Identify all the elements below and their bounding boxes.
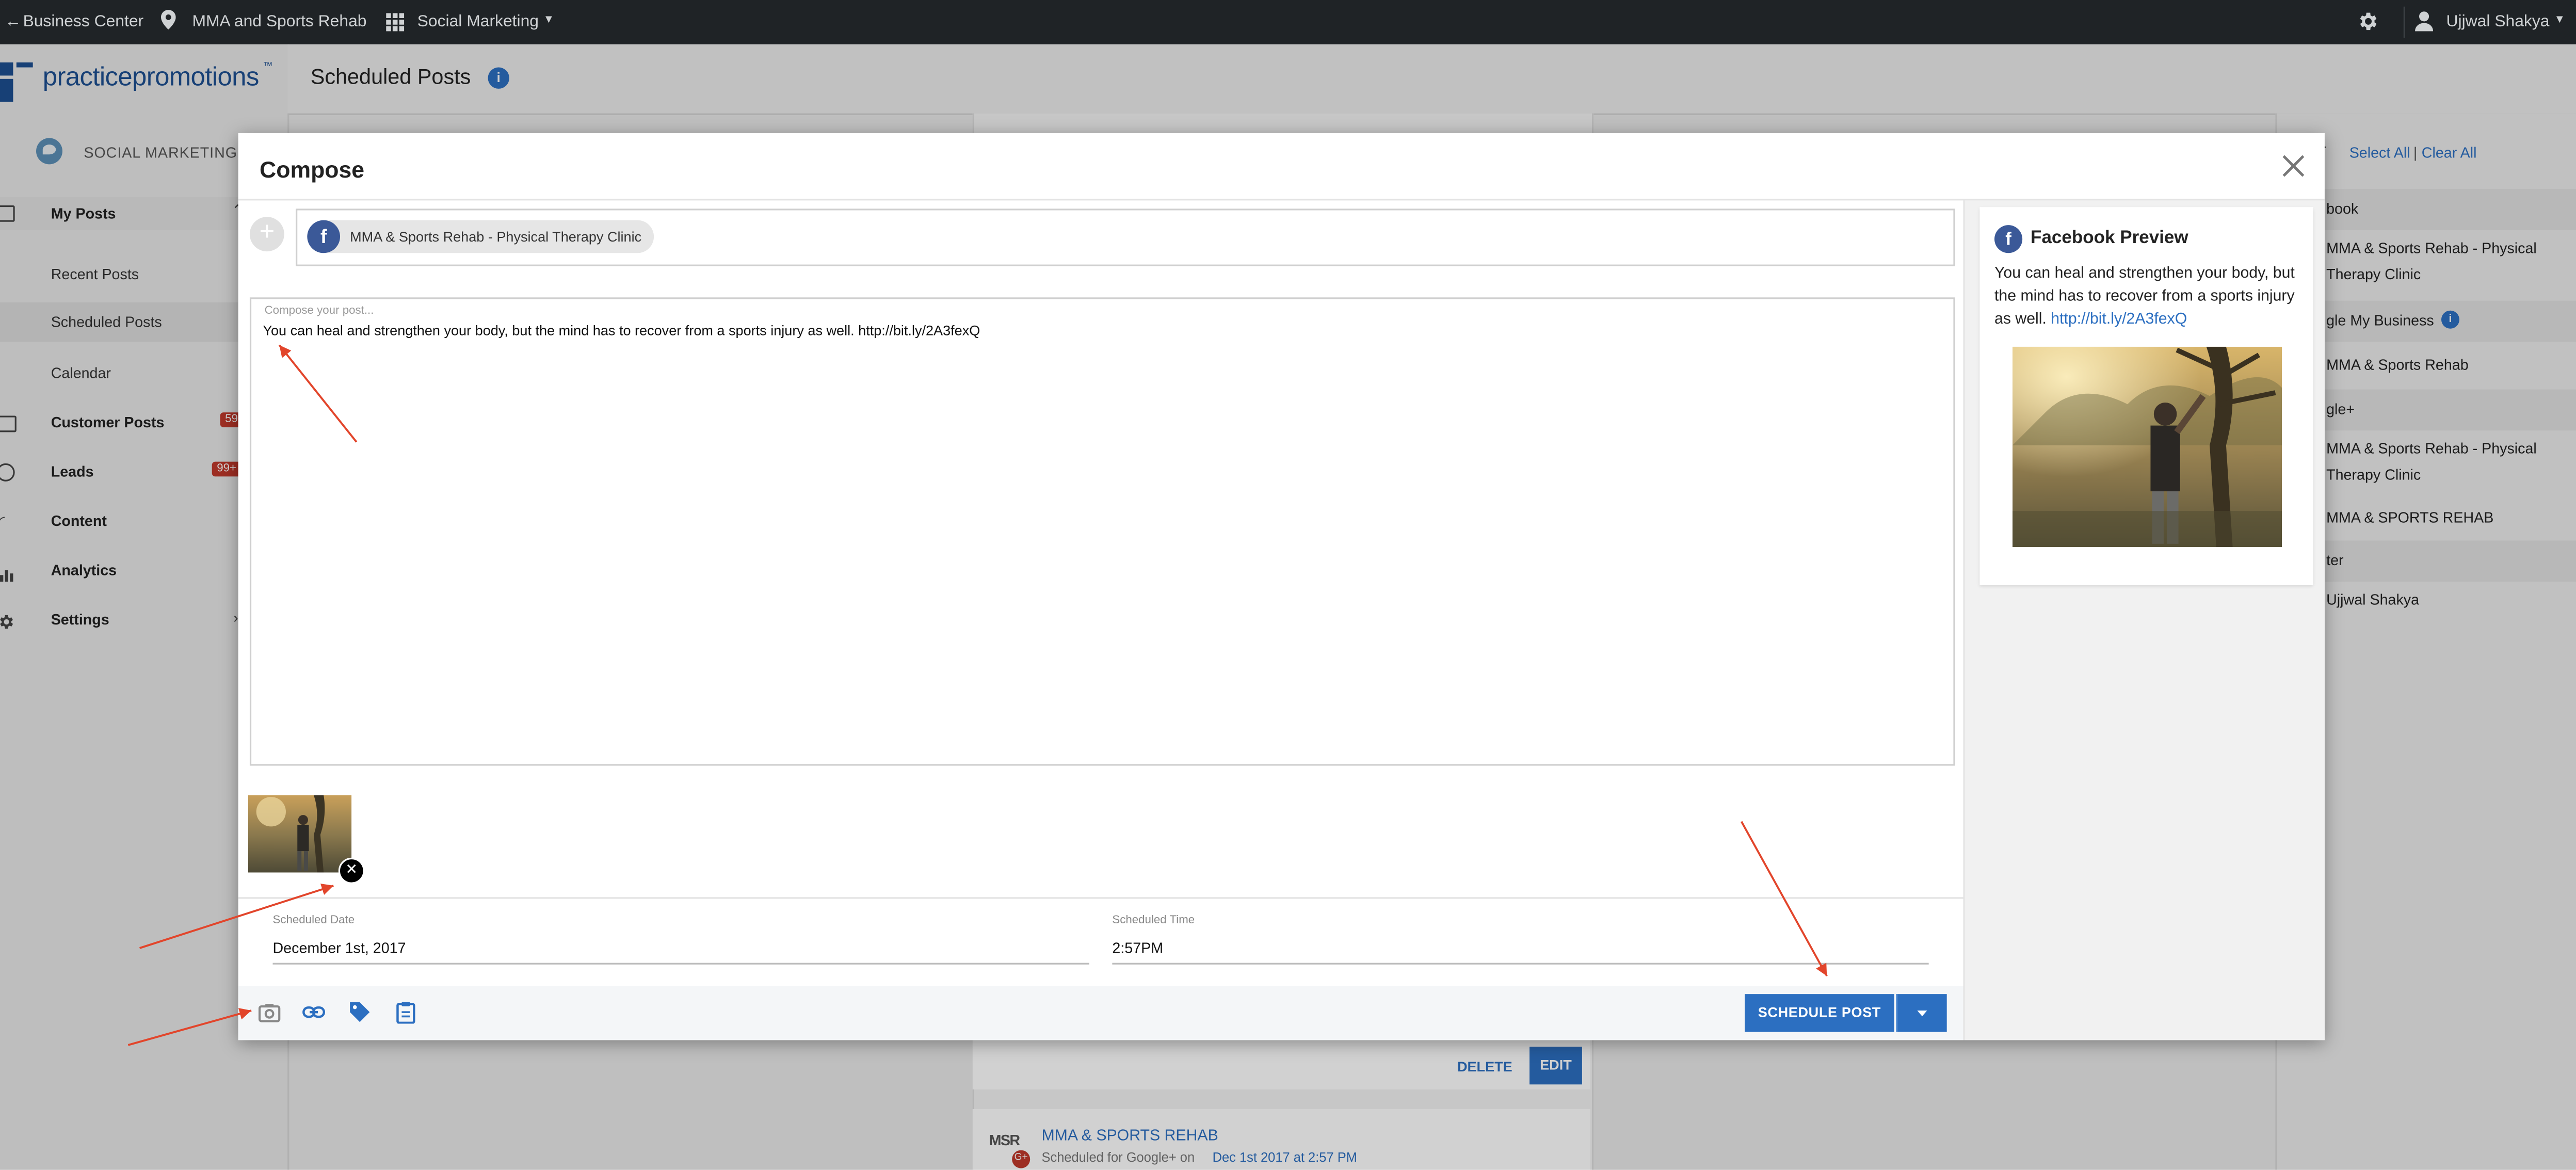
facebook-icon: f	[1994, 225, 2023, 253]
schedule-post-button[interactable]: SCHEDULE POST	[1745, 994, 1894, 1032]
scheduled-time-label: Scheduled Time	[1112, 915, 1195, 927]
schedule-options-dropdown[interactable]	[1895, 994, 1947, 1032]
compose-dialog: Compose + f MMA & Sports Rehab - Physica…	[238, 133, 2325, 1040]
camera-icon[interactable]	[258, 1001, 281, 1024]
facebook-preview-card: f Facebook Preview You can heal and stre…	[1979, 207, 2313, 585]
topbar-divider	[2403, 6, 2405, 38]
business-center-link[interactable]: Business Center	[23, 13, 144, 31]
caret-down-icon	[1917, 1010, 1927, 1017]
schedule-divider	[238, 897, 1963, 899]
location-selector[interactable]: MMA and Sports Rehab	[192, 13, 366, 31]
date-underline	[272, 963, 1089, 965]
top-bar: ← Business Center MMA and Sports Rehab S…	[0, 0, 2576, 44]
recipient-chip-label: MMA & Sports Rehab - Physical Therapy Cl…	[350, 228, 642, 245]
app-switcher[interactable]: Social Marketing	[417, 13, 539, 31]
back-arrow-icon[interactable]: ←	[5, 13, 22, 31]
add-recipient-button[interactable]: +	[249, 217, 284, 252]
time-underline	[1112, 963, 1929, 965]
dialog-title: Compose	[260, 156, 365, 183]
compose-toolbar	[238, 986, 1963, 1040]
location-pin-icon	[161, 10, 176, 35]
close-icon[interactable]	[2280, 153, 2307, 179]
attached-image-thumbnail[interactable]	[248, 795, 352, 873]
user-menu[interactable]: Ujjwal Shakya	[2446, 13, 2550, 31]
scheduled-date-field[interactable]: December 1st, 2017	[272, 940, 406, 956]
compose-textarea-wrapper[interactable]: Compose your post... You can heal and st…	[249, 297, 1955, 766]
apps-grid-icon[interactable]	[386, 13, 405, 36]
compose-textarea[interactable]: You can heal and strengthen your body, b…	[263, 322, 1906, 339]
facebook-icon: f	[307, 220, 341, 253]
scheduled-date-label: Scheduled Date	[272, 915, 355, 927]
preview-title: Facebook Preview	[2031, 228, 2188, 248]
user-menu-chevron-icon[interactable]: ▾	[2556, 11, 2563, 26]
clipboard-icon[interactable]	[394, 1001, 417, 1024]
preview-image	[2013, 346, 2282, 548]
remove-image-icon[interactable]: ✕	[338, 857, 365, 884]
link-icon[interactable]	[302, 1001, 326, 1024]
recipient-chip[interactable]: f MMA & Sports Rehab - Physical Therapy …	[307, 220, 655, 253]
user-icon	[2415, 11, 2434, 36]
tag-icon[interactable]	[348, 1001, 372, 1024]
chevron-down-icon[interactable]: ▾	[545, 11, 552, 26]
preview-body: You can heal and strengthen your body, b…	[1994, 263, 2304, 332]
preview-pane: f Facebook Preview You can heal and stre…	[1965, 200, 2325, 1040]
compose-placeholder: Compose your post...	[264, 306, 374, 317]
gear-icon[interactable]	[2356, 10, 2379, 38]
recipient-field[interactable]: f MMA & Sports Rehab - Physical Therapy …	[296, 209, 1955, 266]
scheduled-time-field[interactable]: 2:57PM	[1112, 940, 1163, 956]
preview-link[interactable]: http://bit.ly/2A3fexQ	[2051, 311, 2187, 329]
